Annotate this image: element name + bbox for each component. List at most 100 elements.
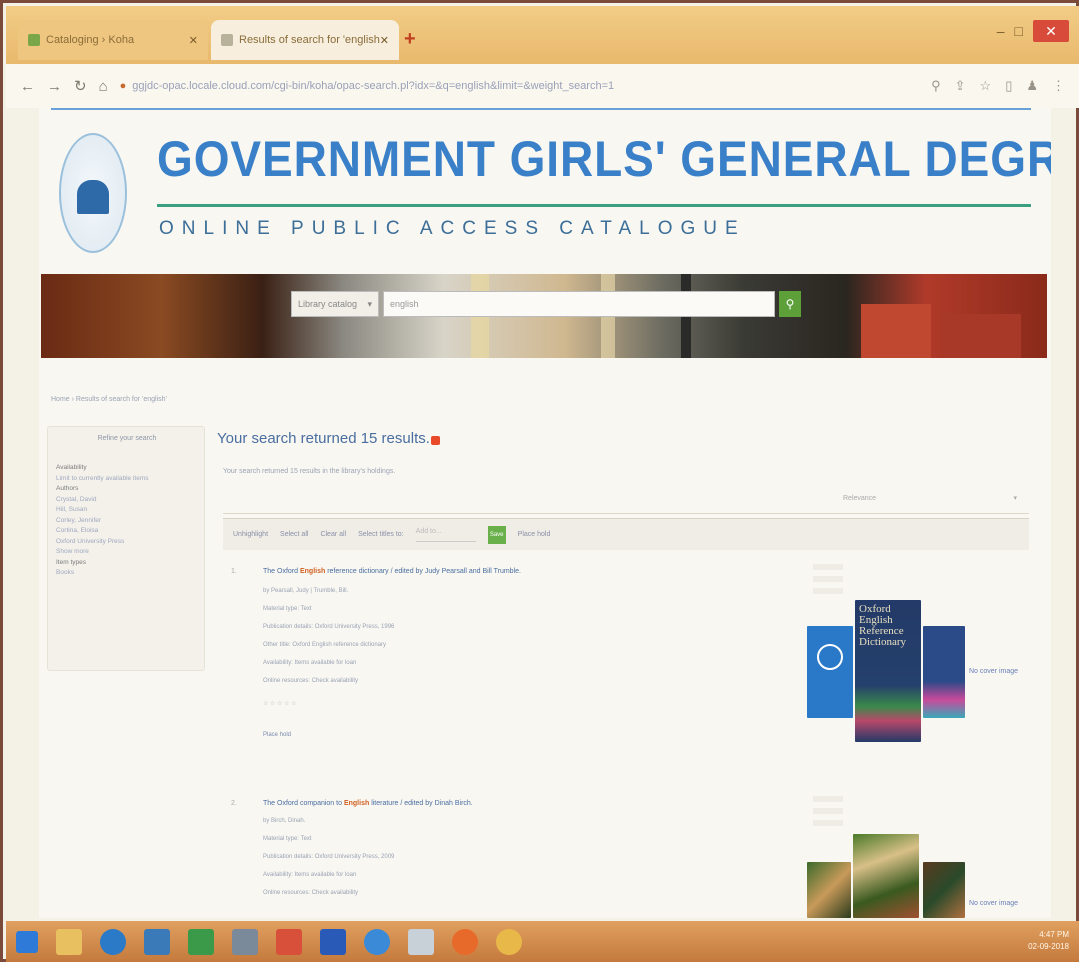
facet-link[interactable]: Corley, Jennifer xyxy=(56,516,148,527)
firefox-icon[interactable] xyxy=(452,928,478,955)
cover-image[interactable] xyxy=(807,626,853,718)
windows-taskbar: 4:47 PM 02-09-2018 xyxy=(6,921,1079,962)
result-other-title: Other title: Oxford English reference di… xyxy=(263,642,387,648)
system-tray[interactable]: 4:47 PM 02-09-2018 xyxy=(1028,929,1069,953)
media-player-icon[interactable] xyxy=(100,928,126,955)
search-button[interactable]: ⚲ xyxy=(779,291,801,317)
facet-link[interactable]: Crystal, David xyxy=(56,495,148,506)
cover-image[interactable] xyxy=(923,626,965,718)
facet-link[interactable]: Show more xyxy=(56,547,148,558)
unhighlight-link[interactable]: Unhighlight xyxy=(233,531,268,538)
save-button[interactable]: Save xyxy=(487,525,506,544)
tab-search-results[interactable]: Results of search for 'english' › ✕ xyxy=(211,20,399,60)
chrome-icon[interactable] xyxy=(496,928,522,955)
facet-link[interactable]: Oxford University Press xyxy=(56,537,148,548)
menu-icon[interactable]: ⋮ xyxy=(1052,78,1065,94)
result-title[interactable]: The Oxford companion to English literatu… xyxy=(263,800,473,807)
results-subheading: Your search returned 15 results in the l… xyxy=(223,468,396,475)
place-hold-link[interactable]: Place hold xyxy=(263,732,291,738)
maximize-button[interactable]: □ xyxy=(1015,23,1023,39)
action-link[interactable] xyxy=(813,820,843,826)
rating-stars[interactable]: ☆ ☆ ☆ ☆ ☆ xyxy=(263,700,297,707)
result-item: 1. The Oxford English reference dictiona… xyxy=(223,560,1029,780)
college-logo[interactable] xyxy=(59,133,127,253)
url-text: ggjdc-opac.locale.cloud.com/cgi-bin/koha… xyxy=(132,80,615,92)
extension-icon[interactable]: ▯ xyxy=(1005,78,1012,94)
tab-cataloging[interactable]: Cataloging › Koha ✕ xyxy=(18,20,208,60)
result-title[interactable]: The Oxford English reference dictionary … xyxy=(263,568,521,575)
result-availability: Availability: Items available for loan xyxy=(263,872,357,878)
reload-icon[interactable]: ↻ xyxy=(74,77,87,95)
place-hold-link[interactable]: Place hold xyxy=(518,531,551,538)
clear-all-link[interactable]: Clear all xyxy=(320,531,346,538)
forward-icon[interactable]: → xyxy=(47,78,62,95)
facet-heading: Authors xyxy=(56,485,79,492)
close-window-button[interactable]: ✕ xyxy=(1033,20,1069,42)
tab-close-icon[interactable]: ✕ xyxy=(189,34,198,47)
rss-icon[interactable] xyxy=(431,436,440,445)
profile-icon[interactable]: ♟ xyxy=(1026,78,1038,94)
facet-link[interactable]: Books xyxy=(56,568,148,579)
cover-image[interactable]: Oxford English Reference Dictionary xyxy=(855,600,921,742)
cover-image[interactable] xyxy=(853,834,919,918)
back-icon[interactable]: ← xyxy=(20,78,35,95)
facet-link[interactable]: Cortina, Eloisa xyxy=(56,526,148,537)
app-icon[interactable] xyxy=(144,928,170,955)
cover-caption[interactable]: No cover image xyxy=(969,668,1018,675)
facet-heading: Availability xyxy=(56,464,87,471)
action-link[interactable] xyxy=(813,808,843,814)
home-icon[interactable]: ⌂ xyxy=(99,78,108,95)
share-icon[interactable]: ⇪ xyxy=(955,78,966,94)
app-icon[interactable] xyxy=(232,928,258,955)
facet-link[interactable]: Hill, Susan xyxy=(56,505,148,516)
word-icon[interactable] xyxy=(320,928,346,955)
result-publication: Publication details: Oxford University P… xyxy=(263,854,395,860)
app-icon[interactable] xyxy=(408,928,434,955)
action-link[interactable] xyxy=(813,564,843,570)
window-controls: – □ ✕ xyxy=(997,20,1069,42)
excel-icon[interactable] xyxy=(188,928,214,955)
result-online-resources[interactable]: Online resources: Check availability xyxy=(263,890,358,896)
cover-caption[interactable]: No cover image xyxy=(969,900,1018,907)
banner-book xyxy=(941,314,1021,358)
result-publication: Publication details: Oxford University P… xyxy=(263,624,395,630)
action-link[interactable] xyxy=(813,796,843,802)
new-tab-button[interactable]: + xyxy=(404,28,416,51)
facet-heading: Item types xyxy=(56,558,86,566)
result-actions xyxy=(813,796,843,836)
select-all-link[interactable]: Select all xyxy=(280,531,308,538)
list-action-select[interactable]: Add to... xyxy=(415,528,476,542)
powerpoint-icon[interactable] xyxy=(276,928,302,955)
title-suffix: reference dictionary / edited by Judy Pe… xyxy=(327,568,521,575)
cover-image[interactable] xyxy=(807,862,851,918)
tab-strip: Cataloging › Koha ✕ Results of search fo… xyxy=(6,6,1079,64)
toolbar-icons: ⚲ ⇪ ☆ ▯ ♟ ⋮ xyxy=(931,78,1065,94)
action-link[interactable] xyxy=(813,576,843,582)
site-header: GOVERNMENT GIRLS' GENERAL DEGREE COLLEGE… xyxy=(39,108,1051,274)
internet-explorer-icon[interactable] xyxy=(364,928,390,955)
title-prefix: The Oxford companion to xyxy=(263,800,342,807)
bookmark-star-icon[interactable]: ☆ xyxy=(980,78,992,94)
sort-select[interactable]: Relevance ▾ xyxy=(839,490,1021,506)
url-field[interactable]: ● ggjdc-opac.locale.cloud.com/cgi-bin/koh… xyxy=(120,80,919,92)
facet-link[interactable]: Limit to currently available items xyxy=(56,474,148,485)
tab-close-icon[interactable]: ✕ xyxy=(380,34,389,47)
search-query: english xyxy=(390,299,419,309)
sort-label: Relevance xyxy=(843,494,877,502)
results-toolbar: Unhighlight Select all Clear all Select … xyxy=(223,518,1029,550)
search-scope-select[interactable]: Library catalog ▾ xyxy=(291,291,379,317)
start-icon[interactable] xyxy=(16,930,38,953)
result-availability: Availability: Items available for loan xyxy=(263,660,357,666)
result-online-resources[interactable]: Online resources: Check availability xyxy=(263,678,358,684)
search-banner: Library catalog ▾ english ⚲ xyxy=(41,274,1047,358)
cover-image[interactable] xyxy=(923,862,965,918)
search-input[interactable]: english xyxy=(383,291,775,317)
action-link[interactable] xyxy=(813,588,843,594)
zoom-icon[interactable]: ⚲ xyxy=(931,78,941,94)
file-explorer-icon[interactable] xyxy=(56,928,82,955)
minimize-button[interactable]: – xyxy=(997,23,1005,39)
result-author[interactable]: by Birch, Dinah. xyxy=(263,818,305,824)
breadcrumb[interactable]: Home › Results of search for 'english' xyxy=(51,396,167,403)
facets-sidebar: Refine your search Availability Limit to… xyxy=(47,426,205,671)
result-author[interactable]: by Pearsall, Judy | Trumble, Bill. xyxy=(263,588,348,594)
